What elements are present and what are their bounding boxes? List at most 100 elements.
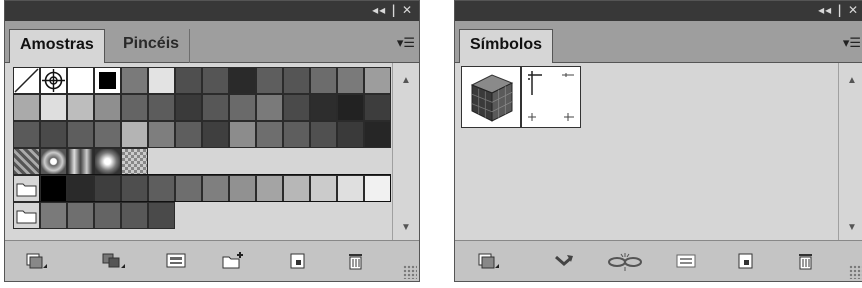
swatch[interactable]: [67, 202, 94, 229]
swatches-content: ▲ ▼: [5, 63, 419, 241]
swatch[interactable]: [148, 121, 175, 148]
scroll-up-icon[interactable]: ▲: [839, 75, 862, 86]
swatch[interactable]: [283, 121, 310, 148]
break-link-icon[interactable]: [605, 251, 642, 271]
scrollbar[interactable]: ▲ ▼: [838, 63, 862, 241]
swatch[interactable]: [121, 175, 148, 202]
swatch[interactable]: [40, 94, 67, 121]
new-symbol-icon[interactable]: [735, 251, 757, 271]
swatch[interactable]: [337, 175, 364, 202]
swatch[interactable]: [121, 67, 148, 94]
swatch-black[interactable]: [94, 67, 121, 94]
swatch[interactable]: [310, 175, 337, 202]
swatch[interactable]: [310, 67, 337, 94]
tab-simbolos[interactable]: Símbolos: [459, 29, 554, 63]
gradient-linear[interactable]: [67, 148, 94, 175]
swatch[interactable]: [364, 175, 391, 202]
tab-amostras[interactable]: Amostras: [9, 29, 105, 63]
collapse-close-controls[interactable]: ◂◂ | ✕: [818, 3, 859, 17]
scroll-up-icon[interactable]: ▲: [393, 75, 419, 86]
swatch[interactable]: [364, 94, 391, 121]
show-swatch-kinds-icon[interactable]: [101, 251, 125, 271]
swatch[interactable]: [94, 121, 121, 148]
cube-symbol[interactable]: [461, 66, 521, 128]
panel-titlebar[interactable]: ◂◂ | ✕: [5, 1, 419, 21]
swatch[interactable]: [121, 121, 148, 148]
swatch[interactable]: [364, 67, 391, 94]
swatch[interactable]: [13, 121, 40, 148]
swatch[interactable]: [283, 94, 310, 121]
swatch[interactable]: [121, 202, 148, 229]
resize-grip[interactable]: [849, 265, 862, 279]
swatch[interactable]: [67, 121, 94, 148]
swatch[interactable]: [256, 94, 283, 121]
scrollbar[interactable]: ▲ ▼: [392, 63, 419, 241]
symbol-options-icon[interactable]: [675, 251, 697, 271]
swatch[interactable]: [337, 67, 364, 94]
swatch[interactable]: [229, 67, 256, 94]
place-symbol-instance-icon[interactable]: [553, 251, 575, 271]
scroll-down-icon[interactable]: ▼: [839, 222, 862, 233]
swatch[interactable]: [256, 121, 283, 148]
swatch[interactable]: [256, 175, 283, 202]
panel-menu-icon[interactable]: ▾☰: [843, 36, 861, 51]
new-color-group-icon[interactable]: [221, 251, 243, 271]
gradient-radial[interactable]: [94, 148, 121, 175]
swatch[interactable]: [175, 67, 202, 94]
swatch[interactable]: [94, 94, 121, 121]
symbol-libraries-menu-icon[interactable]: [477, 251, 499, 271]
color-group-folder-icon[interactable]: [13, 202, 40, 229]
swatch[interactable]: [148, 175, 175, 202]
tab-row: Símbolos ▾☰: [455, 21, 862, 63]
swatch[interactable]: [175, 94, 202, 121]
swatch[interactable]: [40, 202, 67, 229]
swatch[interactable]: [13, 94, 40, 121]
collapse-close-controls[interactable]: ◂◂ | ✕: [372, 3, 413, 17]
swatch[interactable]: [310, 94, 337, 121]
new-swatch-icon[interactable]: [287, 251, 309, 271]
swatch[interactable]: [283, 67, 310, 94]
swatch-options-icon[interactable]: [165, 251, 187, 271]
swatch[interactable]: [310, 121, 337, 148]
swatch-registration[interactable]: [40, 67, 67, 94]
color-group-folder-icon[interactable]: [13, 175, 40, 202]
swatch[interactable]: [337, 121, 364, 148]
swatch[interactable]: [121, 94, 148, 121]
swatch[interactable]: [94, 175, 121, 202]
swatch[interactable]: [229, 175, 256, 202]
swatch-libraries-menu-icon[interactable]: [25, 251, 47, 271]
swatch-none[interactable]: [13, 67, 40, 94]
resize-grip[interactable]: [403, 265, 417, 279]
swatch[interactable]: [40, 121, 67, 148]
swatch[interactable]: [67, 67, 94, 94]
swatch[interactable]: [256, 67, 283, 94]
swatch[interactable]: [67, 94, 94, 121]
swatch[interactable]: [67, 175, 94, 202]
tab-pinceis[interactable]: Pincéis: [113, 29, 191, 63]
delete-symbol-icon[interactable]: [795, 251, 817, 271]
panel-menu-icon[interactable]: ▾☰: [397, 36, 415, 51]
swatch[interactable]: [40, 175, 67, 202]
swatch[interactable]: [202, 67, 229, 94]
swatch[interactable]: [229, 94, 256, 121]
pattern-checker[interactable]: [121, 148, 148, 175]
swatch[interactable]: [229, 121, 256, 148]
swatch[interactable]: [148, 67, 175, 94]
swatch[interactable]: [148, 202, 175, 229]
scroll-down-icon[interactable]: ▼: [393, 222, 419, 233]
swatch[interactable]: [202, 121, 229, 148]
swatch[interactable]: [94, 202, 121, 229]
pattern-diamond[interactable]: [13, 148, 40, 175]
swatch[interactable]: [202, 175, 229, 202]
swatch[interactable]: [148, 94, 175, 121]
swatch[interactable]: [202, 94, 229, 121]
crop-marks-symbol[interactable]: [521, 66, 581, 128]
swatch[interactable]: [175, 121, 202, 148]
swatch[interactable]: [337, 94, 364, 121]
swatch[interactable]: [175, 175, 202, 202]
pattern-sphere[interactable]: [40, 148, 67, 175]
panel-titlebar[interactable]: ◂◂ | ✕: [455, 1, 862, 21]
swatch[interactable]: [364, 121, 391, 148]
delete-swatch-icon[interactable]: [345, 251, 367, 271]
swatch[interactable]: [283, 175, 310, 202]
